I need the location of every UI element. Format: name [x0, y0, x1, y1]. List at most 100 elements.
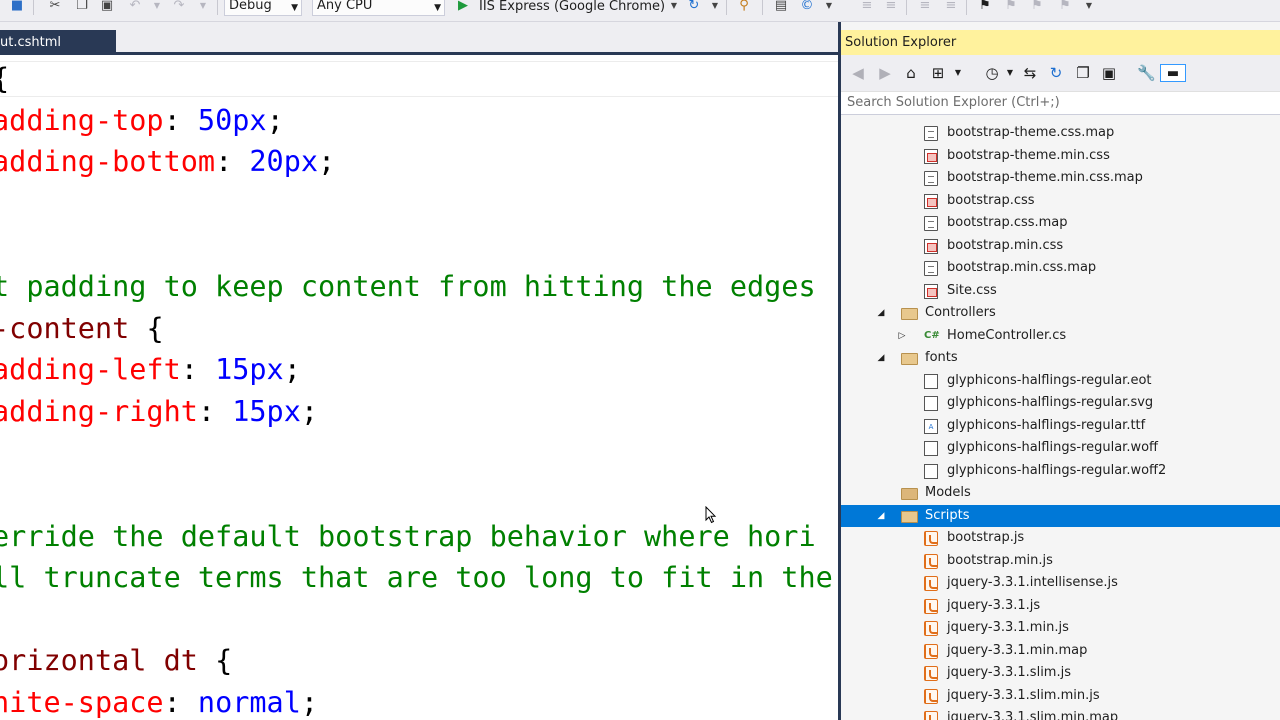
toolbar-overflow-icon[interactable]: ▼ [1082, 0, 1096, 14]
tree-item[interactable]: bootstrap.min.css [841, 235, 1280, 257]
expanded-arrow-icon[interactable]: ◢ [875, 505, 887, 527]
code-token: 50px [197, 103, 267, 137]
platform-select[interactable]: Any CPU ▼ [312, 0, 445, 16]
next-bookmark-icon[interactable]: ⚑ [1030, 0, 1044, 14]
tree-item-label: jquery-3.3.1.slim.min.map [947, 710, 1119, 720]
refresh-icon[interactable]: ↻ [1047, 64, 1065, 82]
document-tab-strip: ut.cshtml [0, 22, 838, 55]
code-editor[interactable]: {adding-top: 50px;adding-bottom: 20px;t … [0, 55, 838, 720]
code-token: 15px [215, 353, 284, 387]
tree-item[interactable]: bootstrap.css [841, 190, 1280, 212]
solution-tree: bootstrap-theme.css.map bootstrap-theme.m… [841, 118, 1280, 720]
bookmark-icon[interactable]: ⚑ [978, 0, 992, 14]
solution-explorer-search-input[interactable]: Search Solution Explorer (Ctrl+;) [841, 91, 1280, 115]
js-icon [924, 643, 938, 659]
chevron-down-icon: ▼ [291, 3, 298, 13]
tree-item[interactable]: ◢ Controllers [841, 302, 1280, 324]
tree-item[interactable]: jquery-3.3.1.slim.min.js [841, 685, 1280, 707]
tree-item-label: jquery-3.3.1.min.map [947, 642, 1088, 658]
find-icon[interactable]: ⚲ [737, 0, 751, 14]
ttf-file-icon: A [924, 418, 938, 434]
tree-item[interactable]: Aglyphicons-halflings-regular.ttf [841, 415, 1280, 437]
tree-item[interactable]: jquery-3.3.1.slim.js [841, 662, 1280, 684]
tree-item[interactable]: jquery-3.3.1.min.map [841, 640, 1280, 662]
tree-item[interactable]: ▷ C# HomeController.cs [841, 325, 1280, 347]
clear-bookmarks-icon[interactable]: ⚑ [1058, 0, 1072, 14]
font-file-icon [924, 463, 938, 479]
play-icon[interactable]: ▶ [456, 0, 470, 14]
home-icon[interactable]: ⌂ [902, 64, 920, 82]
tree-item[interactable]: bootstrap.css.map [841, 212, 1280, 234]
tree-item[interactable]: bootstrap.min.js [841, 550, 1280, 572]
tree-item[interactable]: bootstrap-theme.css.map [841, 122, 1280, 144]
tree-item[interactable]: bootstrap.min.css.map [841, 257, 1280, 279]
expanded-arrow-icon[interactable]: ◢ [875, 302, 887, 324]
toolbar-separator [33, 0, 34, 15]
undo-icon[interactable]: ↶ [128, 0, 142, 14]
back-icon[interactable]: ◀ [849, 64, 867, 82]
tree-item[interactable]: jquery-3.3.1.intellisense.js [841, 572, 1280, 594]
solution-explorer: Solution Explorer ◀ ▶ ⌂ ⊞ ▼ ◷ ▼ ⇆ ↻ ❐ ▣ … [841, 22, 1280, 720]
configuration-select[interactable]: Debug ▼ [224, 0, 302, 16]
tree-item[interactable]: bootstrap-theme.min.css.map [841, 167, 1280, 189]
switch-views-dropdown-icon[interactable]: ▼ [949, 64, 967, 82]
paste-icon[interactable]: ▣ [100, 0, 114, 14]
tree-item-label: jquery-3.3.1.intellisense.js [947, 575, 1118, 590]
chevron-down-icon: ▼ [434, 3, 441, 13]
refresh-dropdown-icon[interactable]: ▼ [708, 0, 722, 14]
run-target-dropdown-icon[interactable]: ▼ [667, 0, 681, 14]
expanded-arrow-icon[interactable]: ◢ [875, 347, 887, 369]
pending-changes-dropdown-icon[interactable]: ▼ [1001, 64, 1019, 82]
tree-item[interactable]: glyphicons-halflings-regular.svg [841, 392, 1280, 414]
font-file-icon [924, 373, 938, 389]
cut-icon[interactable]: ✂ [48, 0, 62, 14]
tree-item[interactable]: Models [841, 482, 1280, 504]
tree-item[interactable]: bootstrap-theme.min.css [841, 145, 1280, 167]
browser-link-dropdown-icon[interactable]: ▼ [822, 0, 836, 14]
redo-dropdown-icon[interactable]: ▼ [196, 0, 210, 14]
code-token: t padding to keep content from hitting t… [0, 270, 816, 303]
refresh-icon[interactable]: ↻ [687, 0, 701, 14]
indent-icon[interactable]: ≡ [860, 0, 874, 14]
collapse-all-icon[interactable]: ❐ [1074, 64, 1092, 82]
code-token: 15px [232, 394, 301, 428]
folder-open-icon [901, 353, 918, 365]
browser-link-icon[interactable]: © [800, 0, 814, 14]
prev-bookmark-icon[interactable]: ⚑ [1004, 0, 1018, 14]
uncomment-icon[interactable]: ≡ [944, 0, 958, 14]
preview-icon[interactable]: ▬ [1160, 64, 1186, 82]
tree-item[interactable]: glyphicons-halflings-regular.eot [841, 370, 1280, 392]
collapsed-arrow-icon[interactable]: ▷ [896, 325, 908, 347]
code-line: { [0, 59, 9, 99]
pending-changes-icon[interactable]: ◷ [983, 64, 1001, 82]
solution-explorer-title[interactable]: Solution Explorer [841, 30, 1280, 55]
undo-dropdown-icon[interactable]: ▼ [150, 0, 164, 14]
tree-item[interactable]: ◢ Scripts [841, 504, 1280, 527]
run-target-button[interactable]: IIS Express (Google Chrome) [479, 0, 665, 16]
tree-item[interactable]: jquery-3.3.1.js [841, 595, 1280, 617]
code-token: -content [0, 311, 130, 345]
properties-icon[interactable]: 🔧 [1137, 64, 1156, 82]
tree-item[interactable]: ◢ fonts [841, 347, 1280, 369]
save-icon[interactable]: ■ [10, 0, 24, 14]
tree-item[interactable]: Site.css [841, 280, 1280, 302]
tree-item[interactable]: glyphicons-halflings-regular.woff2 [841, 460, 1280, 482]
tree-item-label: jquery-3.3.1.js [947, 597, 1041, 613]
tree-item[interactable]: jquery-3.3.1.slim.min.map [841, 707, 1280, 720]
layout-icon[interactable]: ▤ [774, 0, 788, 14]
comment-icon[interactable]: ≡ [918, 0, 932, 14]
show-all-files-icon[interactable]: ▣ [1100, 64, 1118, 82]
outdent-icon[interactable]: ≡ [884, 0, 898, 14]
copy-icon[interactable]: ❐ [75, 0, 89, 14]
redo-icon[interactable]: ↷ [172, 0, 186, 14]
sync-icon[interactable]: ⇆ [1021, 64, 1039, 82]
css-icon [924, 148, 938, 164]
code-token: ; [300, 394, 319, 428]
tree-item[interactable]: glyphicons-halflings-regular.woff [841, 437, 1280, 459]
code-token: { [129, 311, 164, 345]
tree-item[interactable]: jquery-3.3.1.min.js [841, 617, 1280, 639]
forward-icon[interactable]: ▶ [876, 64, 894, 82]
platform-value: Any CPU [317, 0, 373, 13]
tree-item[interactable]: bootstrap.js [841, 527, 1280, 549]
switch-views-icon[interactable]: ⊞ [929, 64, 947, 82]
